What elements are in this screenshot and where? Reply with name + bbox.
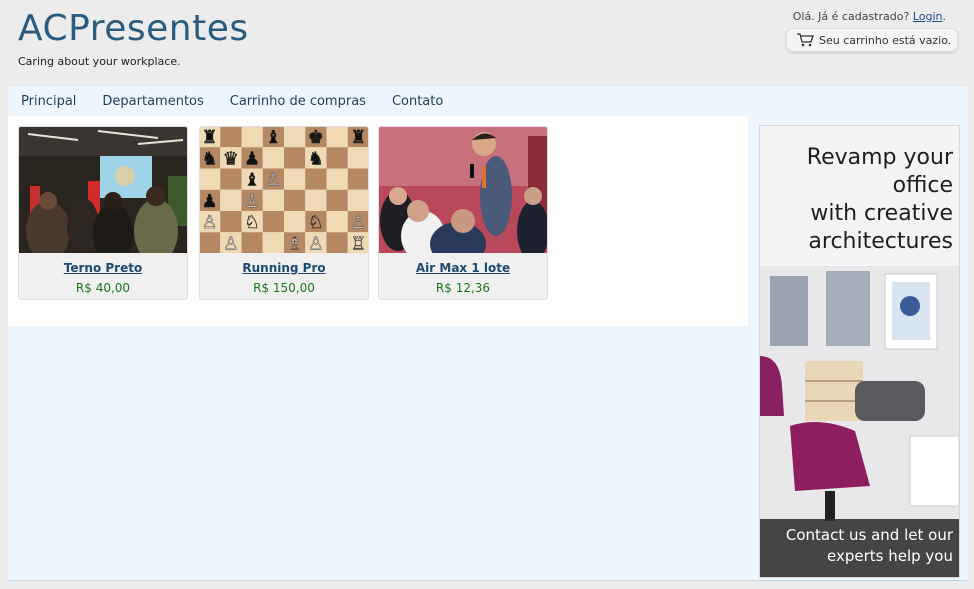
- chess-piece-icon: ♞: [202, 148, 218, 169]
- product-name-link[interactable]: Air Max 1 lote: [379, 261, 547, 275]
- product-name-link[interactable]: Terno Preto: [19, 261, 187, 275]
- chess-piece-icon: ♚: [308, 127, 324, 148]
- ad-headline: Revamp your office with creative archite…: [806, 145, 953, 254]
- chess-piece-icon: ♛: [223, 148, 239, 169]
- cart-status-text: Seu carrinho está vazio.: [819, 33, 952, 47]
- chess-piece-icon: ♝: [265, 127, 281, 148]
- chess-piece-icon: ♙: [223, 233, 239, 253]
- product-price: R$ 40,00: [75, 281, 131, 295]
- greeting-suffix: .: [942, 10, 947, 23]
- nav-item-departamentos[interactable]: Departamentos: [102, 94, 203, 109]
- nav-item-carrinho[interactable]: Carrinho de compras: [230, 94, 366, 109]
- site-tagline: Caring about your workplace.: [18, 55, 181, 68]
- account-greeting: Olá. Já é cadastrado? Login.: [793, 10, 946, 23]
- chess-piece-icon: ♙: [202, 212, 218, 233]
- product-price: R$ 150,00: [253, 281, 315, 295]
- shopping-cart-icon: [797, 33, 814, 47]
- site-title[interactable]: ACPresentes: [18, 8, 249, 49]
- chess-piece-icon: ♖: [350, 233, 366, 253]
- greeting-text: Olá. Já é cadastrado?: [792, 10, 910, 23]
- cart-status[interactable]: Seu carrinho está vazio.: [786, 28, 958, 52]
- product-card[interactable]: Air Max 1 lote R$ 12,36: [378, 126, 548, 300]
- product-image[interactable]: [379, 127, 547, 253]
- chess-piece-icon: ♙: [244, 191, 260, 212]
- nav-item-principal[interactable]: Principal: [21, 94, 76, 109]
- main-nav: Principal Departamentos Carrinho de comp…: [8, 85, 968, 117]
- chess-piece-icon: ♙: [265, 170, 281, 191]
- chess-piece-icon: ♟: [202, 191, 218, 212]
- nav-item-contato[interactable]: Contato: [392, 94, 443, 109]
- login-link[interactable]: Login: [913, 10, 943, 23]
- product-image[interactable]: [19, 127, 187, 253]
- ad-footer-text: Contact us and let our experts help you: [760, 519, 959, 577]
- chess-piece-icon: ♞: [308, 148, 324, 169]
- product-image[interactable]: ♜ ♝ ♚ ♜ ♞ ♛ ♟ ♞ ♝ ♙ ♟ ♙ ♙ ♘ ♘ ♙ ♙ ♗ ♙ ♖: [200, 127, 368, 253]
- chess-piece-icon: ♙: [308, 233, 324, 253]
- chess-piece-icon: ♙: [350, 212, 366, 233]
- product-card[interactable]: Terno Preto R$ 40,00: [18, 126, 188, 300]
- chess-piece-icon: ♟: [244, 148, 260, 169]
- product-card[interactable]: ♜ ♝ ♚ ♜ ♞ ♛ ♟ ♞ ♝ ♙ ♟ ♙ ♙ ♘ ♘ ♙ ♙ ♗ ♙ ♖ Running Pro R$ 150,…: [199, 126, 369, 300]
- chess-piece-icon: ♘: [308, 212, 324, 233]
- sidebar-ad-banner[interactable]: Revamp your office with creative archite…: [759, 125, 960, 578]
- chess-piece-icon: ♜: [350, 127, 366, 148]
- chess-piece-icon: ♜: [202, 127, 218, 148]
- product-price: R$ 12,36: [435, 281, 491, 295]
- chess-piece-icon: ♝: [244, 170, 260, 191]
- chess-piece-icon: ♘: [244, 212, 260, 233]
- chess-piece-icon: ♗: [287, 233, 303, 253]
- product-name-link[interactable]: Running Pro: [200, 261, 368, 275]
